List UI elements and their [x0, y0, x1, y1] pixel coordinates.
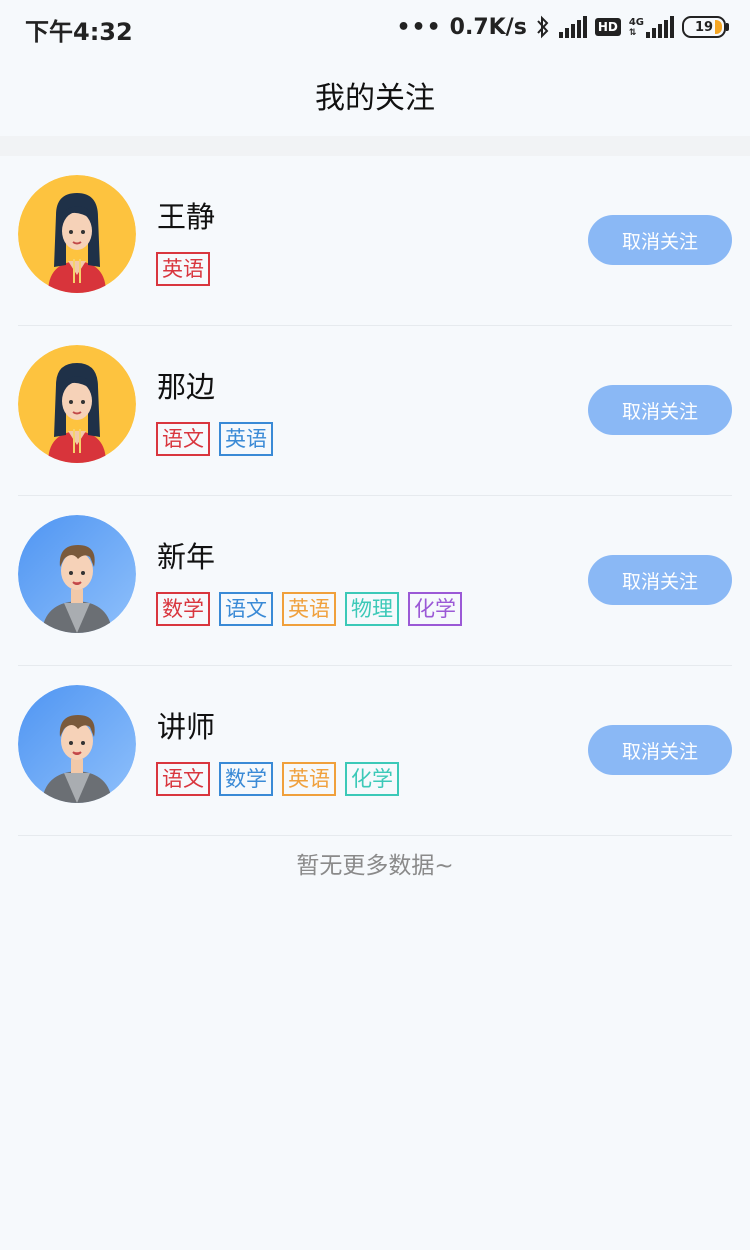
subject-tag: 数学: [156, 592, 210, 626]
subject-tag: 英语: [219, 422, 273, 456]
subject-tag: 语文: [156, 422, 210, 456]
subject-tag: 英语: [156, 252, 210, 286]
unfollow-button[interactable]: 取消关注: [588, 215, 732, 265]
page-title: 我的关注: [315, 81, 435, 116]
network-type: 4G: [628, 17, 644, 28]
subject-tag: 英语: [282, 762, 336, 796]
divider: [0, 136, 750, 156]
follow-list: 王静 英语 取消关注 那边 语文 英语 取消关注 新年 数学 语文 英语 物理 化学 取消关注: [0, 156, 750, 836]
subject-tags: 语文 数学 英语 化学: [156, 762, 399, 796]
avatar[interactable]: [18, 515, 136, 633]
hd-badge: HD: [594, 18, 621, 36]
subject-tag: 化学: [408, 592, 462, 626]
wifi-signal-icon: [558, 16, 587, 38]
subject-tag: 化学: [345, 762, 399, 796]
status-icons: ••• 0.7K/s HD 4G ⇅ 19: [396, 12, 729, 42]
subject-tag: 语文: [156, 762, 210, 796]
more-dots-icon: •••: [396, 14, 442, 40]
bluetooth-icon: [537, 15, 549, 39]
unfollow-button[interactable]: 取消关注: [588, 555, 732, 605]
follow-item[interactable]: 那边语文 英语 取消关注: [18, 326, 732, 496]
subject-tags: 数学 语文 英语 物理 化学: [156, 592, 462, 626]
battery-icon: 19: [682, 16, 729, 38]
battery-level: 19: [694, 19, 714, 35]
teacher-name: 讲师: [157, 710, 216, 744]
teacher-name: 新年: [157, 540, 216, 574]
network-speed: 0.7K/s: [449, 14, 527, 40]
avatar[interactable]: [18, 175, 136, 293]
cellular-signal-icon: 4G ⇅: [629, 16, 674, 38]
subject-tag: 英语: [282, 592, 336, 626]
follow-item[interactable]: 讲师语文 数学 英语 化学 取消关注: [18, 666, 732, 836]
avatar[interactable]: [18, 345, 136, 463]
unfollow-button[interactable]: 取消关注: [588, 385, 732, 435]
no-more-data-text: 暂无更多数据~: [296, 853, 454, 879]
subject-tag: 物理: [345, 592, 399, 626]
subject-tags: 语文 英语: [156, 422, 273, 456]
follow-item[interactable]: 新年数学 语文 英语 物理 化学 取消关注: [18, 496, 732, 666]
teacher-name: 那边: [157, 370, 216, 404]
avatar[interactable]: [18, 685, 136, 803]
status-time: 下午4:32: [25, 18, 133, 46]
unfollow-button[interactable]: 取消关注: [588, 725, 732, 775]
status-bar: 下午4:32 ••• 0.7K/s HD 4G ⇅ 19: [0, 0, 750, 54]
teacher-name: 王静: [157, 200, 216, 234]
navigation-bar: 我的关注: [0, 54, 750, 136]
subject-tag: 语文: [219, 592, 273, 626]
subject-tags: 英语: [156, 252, 210, 286]
follow-item[interactable]: 王静英语 取消关注: [18, 156, 732, 326]
subject-tag: 数学: [219, 762, 273, 796]
